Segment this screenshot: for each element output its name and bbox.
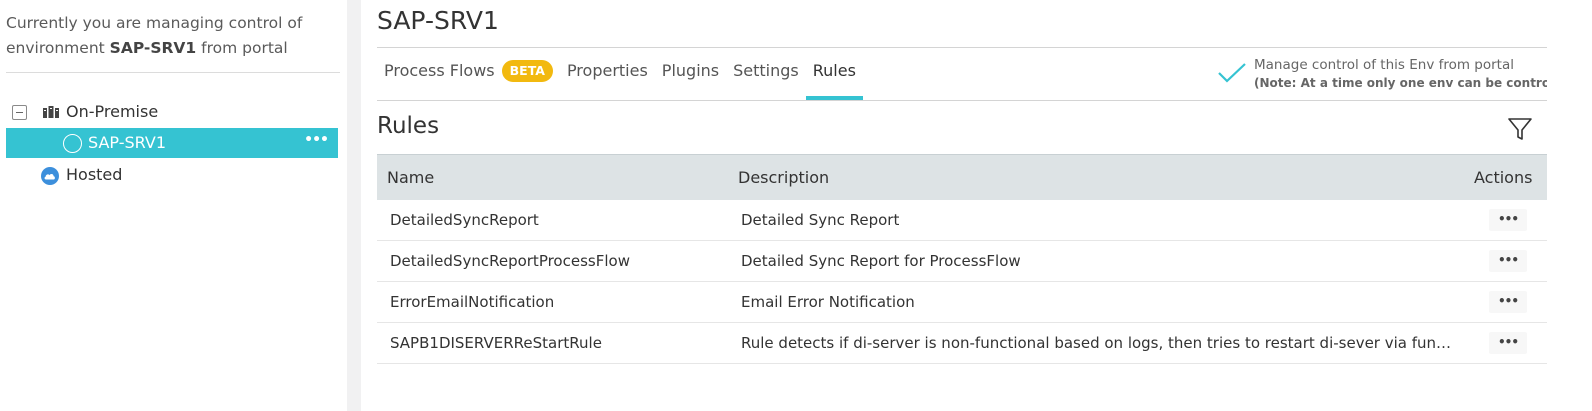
page-title: SAP-SRV1 <box>377 6 499 35</box>
collapse-minus-icon[interactable] <box>12 105 27 120</box>
rule-name: DetailedSyncReport <box>390 211 539 229</box>
tree-label-sap-srv1: SAP-SRV1 <box>88 133 166 152</box>
control-intro-text: Currently you are managing control of en… <box>6 11 336 61</box>
manage-control-toggle[interactable]: Manage control of this Env from portal (… <box>1213 56 1581 96</box>
tab-label: Process Flows <box>384 61 495 80</box>
checkmark-icon[interactable] <box>1217 62 1247 84</box>
manage-control-note: (Note: At a time only one env can be con… <box>1254 76 1581 90</box>
rule-description: Email Error Notification <box>741 293 915 311</box>
tab-process-flows[interactable]: Process Flows BETA <box>377 58 560 100</box>
environment-sidebar: Currently you are managing control of en… <box>0 0 347 411</box>
sidebar-divider <box>6 72 340 73</box>
tree-label-hosted: Hosted <box>66 165 123 184</box>
rule-name: ErrorEmailNotification <box>390 293 555 311</box>
column-header-actions: Actions <box>1474 168 1533 187</box>
more-dots-icon[interactable]: ••• <box>1489 332 1527 354</box>
circle-icon <box>63 134 82 153</box>
tree-label-on-premise: On-Premise <box>66 102 159 121</box>
scrollbar-track[interactable] <box>1547 0 1592 411</box>
more-dots-icon[interactable]: ••• <box>1489 291 1527 313</box>
rule-description: Detailed Sync Report for ProcessFlow <box>741 252 1021 270</box>
rules-table: Name Description Actions DetailedSyncRep… <box>377 154 1547 364</box>
column-header-name[interactable]: Name <box>387 168 434 187</box>
more-dots-icon[interactable]: ••• <box>1489 209 1527 231</box>
tab-label: Properties <box>566 61 648 80</box>
rule-name: SAPB1DISERVERReStartRule <box>390 334 602 352</box>
table-header: Name Description Actions <box>377 154 1547 200</box>
manage-control-label: Manage control of this Env from portal <box>1254 57 1515 73</box>
tree-item-sap-srv1[interactable]: SAP-SRV1 ••• <box>6 128 338 158</box>
table-row[interactable]: DetailedSyncReport Detailed Sync Report … <box>377 200 1547 241</box>
rule-name: DetailedSyncReportProcessFlow <box>390 252 630 270</box>
intro-env-name: SAP-SRV1 <box>109 39 197 57</box>
tab-label: Settings <box>733 61 799 80</box>
cloud-icon <box>41 167 59 185</box>
tab-bar: Process Flows BETA Properties Plugins Se… <box>377 58 864 102</box>
tab-properties[interactable]: Properties <box>560 58 655 100</box>
more-dots-icon[interactable]: ••• <box>304 132 329 148</box>
server-rack-icon <box>43 106 59 118</box>
app-page: Currently you are managing control of en… <box>0 0 1592 411</box>
tab-rules[interactable]: Rules <box>805 58 864 100</box>
main-content: SAP-SRV1 Process Flows BETA Properties P… <box>361 0 1592 411</box>
tab-label: Plugins <box>661 61 720 80</box>
tab-divider <box>377 100 1547 101</box>
rule-description: Detailed Sync Report <box>741 211 900 229</box>
rules-heading: Rules <box>377 113 440 139</box>
tab-settings[interactable]: Settings <box>726 58 806 100</box>
table-row[interactable]: DetailedSyncReportProcessFlow Detailed S… <box>377 241 1547 282</box>
more-dots-icon[interactable]: ••• <box>1489 250 1527 272</box>
column-header-description[interactable]: Description <box>738 168 829 187</box>
table-row[interactable]: SAPB1DISERVERReStartRule Rule detects if… <box>377 323 1547 364</box>
beta-badge: BETA <box>501 60 553 82</box>
title-divider <box>377 47 1547 48</box>
tab-plugins[interactable]: Plugins <box>655 58 726 100</box>
filter-icon[interactable] <box>1507 116 1533 142</box>
tree-item-on-premise[interactable]: On-Premise <box>0 97 347 127</box>
table-row[interactable]: ErrorEmailNotification Email Error Notif… <box>377 282 1547 323</box>
intro-suffix: from portal <box>201 39 288 57</box>
rule-description: Rule detects if di-server is non-functio… <box>741 334 1453 352</box>
panel-divider <box>347 0 361 411</box>
tree-item-hosted[interactable]: Hosted <box>0 160 347 190</box>
tab-label: Rules <box>812 61 856 80</box>
